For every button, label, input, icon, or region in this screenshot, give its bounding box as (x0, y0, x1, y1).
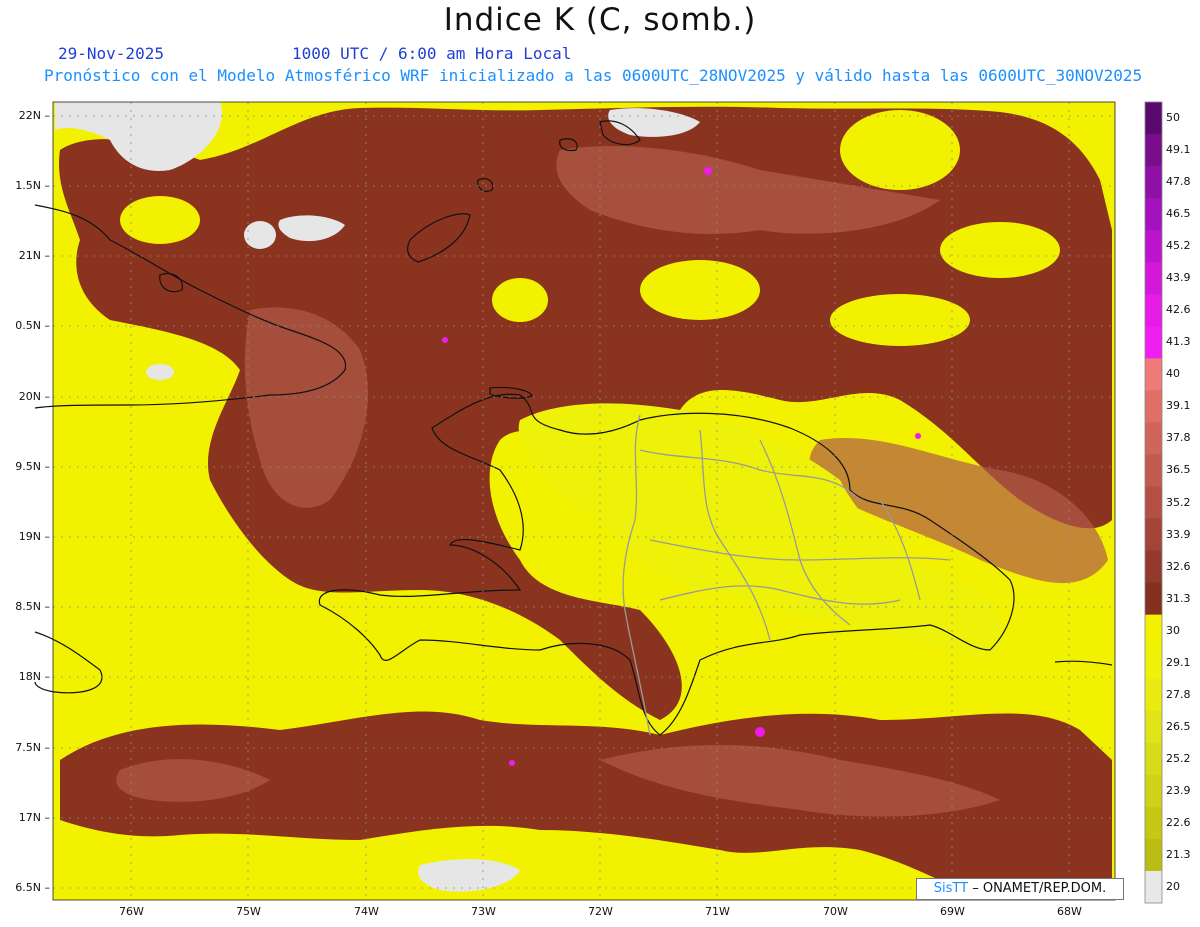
longitude-label: 76W (119, 905, 144, 918)
colorbar-tick-label: 36.5 (1166, 463, 1191, 477)
colorbar-tick-label: 40 (1166, 367, 1180, 381)
longitude-label: 68W (1057, 905, 1082, 918)
k-index-gray-5 (244, 221, 276, 249)
latitude-label: 22N – (18, 109, 50, 122)
k-index-peak-2 (755, 727, 765, 737)
colorbar-swatch (1145, 294, 1162, 327)
credit-brand: SisTT (933, 881, 969, 896)
colorbar-tick-label: 25.2 (1166, 751, 1191, 765)
colorbar-swatch (1145, 742, 1162, 776)
colorbar-swatch (1145, 678, 1162, 712)
colorbar-swatch (1145, 134, 1162, 167)
colorbar-swatch (1145, 454, 1162, 487)
colorbar-tick-label: 21.3 (1166, 847, 1191, 861)
k-index-yellow-5 (840, 110, 960, 190)
latitude-label: 20N – (18, 390, 50, 403)
colorbar-swatch (1145, 518, 1162, 552)
latitude-label: 17N – (18, 811, 50, 824)
colorbar-swatch (1145, 102, 1162, 135)
k-index-peak-5 (915, 433, 921, 439)
colorbar-tick-label: 37.8 (1166, 431, 1191, 445)
k-index-peak-3 (509, 760, 515, 766)
colorbar-tick-label: 35.2 (1166, 495, 1191, 509)
colorbar-swatch (1145, 358, 1162, 391)
colorbar-swatch (1145, 198, 1162, 231)
longitude-label: 71W (705, 905, 730, 918)
colorbar-swatch (1145, 870, 1162, 904)
colorbar-swatch (1145, 486, 1162, 520)
colorbar-swatch (1145, 262, 1162, 295)
colorbar-tick-label: 41.3 (1166, 335, 1191, 349)
colorbar-swatch (1145, 646, 1162, 680)
colorbar-swatch (1145, 230, 1162, 263)
colorbar-tick-label: 49.1 (1166, 143, 1191, 157)
colorbar-swatch (1145, 166, 1162, 199)
colorbar-tick-label: 50 (1166, 111, 1180, 125)
k-index-peak-1 (704, 167, 712, 175)
colorbar-swatch (1145, 806, 1162, 840)
colorbar-tick-label: 39.1 (1166, 399, 1191, 413)
latitude-label: 19N – (18, 530, 50, 543)
colorbar-swatch (1145, 774, 1162, 808)
colorbar-tick-label: 42.6 (1166, 303, 1191, 317)
colorbar-tick-label: 45.2 (1166, 239, 1191, 253)
colorbar-tick-label: 20 (1166, 879, 1180, 893)
latitude-label: 0.5N – (15, 319, 50, 332)
colorbar-swatch (1145, 390, 1162, 423)
longitude-label: 70W (823, 905, 848, 918)
colorbar-swatch (1145, 614, 1162, 648)
colorbar-tick-label: 32.6 (1166, 559, 1191, 573)
colorbar-tick-label: 46.5 (1166, 207, 1191, 221)
latitude-label: 1.5N – (15, 179, 50, 192)
colorbar-swatch (1145, 550, 1162, 584)
colorbar-tick-label: 47.8 (1166, 175, 1191, 189)
latitude-label: 18N – (18, 670, 50, 683)
k-index-yellow-1 (492, 278, 548, 322)
k-index-peak-4 (442, 337, 448, 343)
colorbar-tick-label: 43.9 (1166, 271, 1191, 285)
colorbar-swatch (1145, 710, 1162, 744)
colorbar-swatch (1145, 582, 1162, 616)
k-index-yellow-4 (940, 222, 1060, 278)
colorbar-tick-label: 31.3 (1166, 591, 1191, 605)
colorbar-tick-label: 27.8 (1166, 687, 1191, 701)
k-index-yellow-3 (830, 294, 970, 346)
k-index-gray-6 (146, 364, 174, 380)
colorbar-tick-label: 26.5 (1166, 719, 1191, 733)
colorbar-tick-label: 22.6 (1166, 815, 1191, 829)
colorbar-tick-label: 23.9 (1166, 783, 1191, 797)
credit-text: – ONAMET/REP.DOM. (972, 881, 1107, 896)
longitude-label: 72W (588, 905, 613, 918)
longitude-label: 75W (236, 905, 261, 918)
colorbar-swatch (1145, 422, 1162, 455)
k-index-yellow-2 (640, 260, 760, 320)
colorbar-swatch (1145, 326, 1162, 359)
longitude-label: 74W (354, 905, 379, 918)
longitude-label: 73W (471, 905, 496, 918)
credit-box: SisTT – ONAMET/REP.DOM. (916, 878, 1124, 900)
weather-map (34, 101, 1163, 904)
k-index-yellow-6 (120, 196, 200, 244)
longitude-label: 69W (940, 905, 965, 918)
latitude-label: 21N – (18, 249, 50, 262)
latitude-label: 6.5N – (15, 881, 50, 894)
colorbar-tick-label: 29.1 (1166, 655, 1191, 669)
latitude-label: 7.5N – (15, 741, 50, 754)
colorbar-tick-label: 30 (1166, 623, 1180, 637)
latitude-label: 8.5N – (15, 600, 50, 613)
colorbar (1145, 102, 1162, 904)
colorbar-swatch (1145, 838, 1162, 872)
latitude-label: 9.5N – (15, 460, 50, 473)
colorbar-tick-label: 33.9 (1166, 527, 1191, 541)
